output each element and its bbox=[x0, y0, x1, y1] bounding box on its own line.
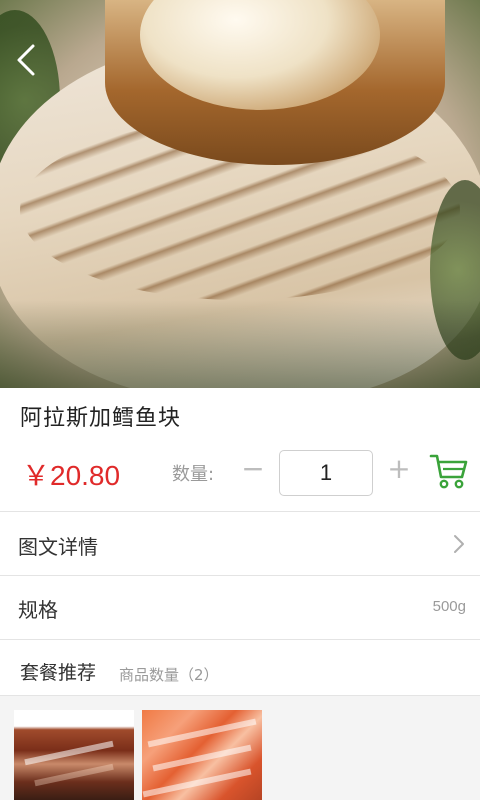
row-label: 图文详情 bbox=[18, 535, 98, 559]
back-button[interactable] bbox=[10, 40, 42, 80]
quantity-decrease-button[interactable]: − bbox=[240, 454, 266, 484]
spec-value: 500g bbox=[432, 598, 466, 615]
quantity-input[interactable] bbox=[279, 450, 373, 496]
chevron-left-icon bbox=[17, 44, 35, 76]
row-label: 规格 bbox=[18, 598, 58, 622]
add-to-cart-button[interactable] bbox=[428, 450, 470, 492]
chevron-right-icon bbox=[454, 535, 464, 553]
specification-row: 规格 500g bbox=[0, 576, 480, 638]
combo-item-count: 商品数量（2） bbox=[119, 666, 219, 684]
image-text-details-row[interactable]: 图文详情 bbox=[0, 513, 480, 575]
quantity-label: 数量: bbox=[172, 464, 215, 485]
divider bbox=[0, 511, 480, 512]
combo-title: 套餐推荐 bbox=[20, 662, 97, 684]
price-quantity-row: ￥20.80 数量: − + bbox=[0, 446, 480, 500]
product-title: 阿拉斯加鳕鱼块 bbox=[20, 406, 182, 431]
combo-thumbnails bbox=[0, 696, 480, 800]
product-image bbox=[0, 0, 480, 388]
quantity-increase-button[interactable]: + bbox=[386, 454, 412, 484]
combo-recommend-header: 套餐推荐 商品数量（2） bbox=[0, 650, 480, 696]
product-price: ￥20.80 bbox=[22, 460, 121, 491]
shopping-cart-icon bbox=[429, 454, 468, 489]
divider bbox=[0, 639, 480, 640]
combo-item-thumbnail[interactable] bbox=[14, 710, 134, 800]
combo-item-thumbnail[interactable] bbox=[142, 710, 262, 800]
